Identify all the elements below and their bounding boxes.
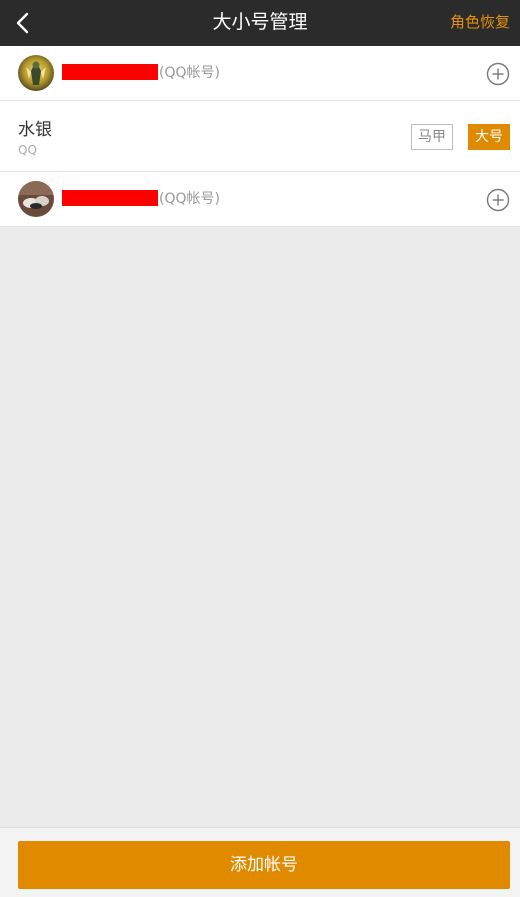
account-id: (QQ帐号) (62, 46, 220, 101)
account-list: (QQ帐号) 水银 QQ 马甲 大号 (QQ帐号) (0, 46, 520, 227)
account-id: (QQ帐号) (62, 172, 220, 227)
plus-circle-icon (486, 62, 510, 86)
redacted-account-number (62, 190, 158, 206)
footer-bar: 添加帐号 (0, 827, 520, 897)
main-account-tag[interactable]: 大号 (468, 124, 510, 150)
redacted-account-number (62, 64, 158, 80)
alt-account-tag[interactable]: 马甲 (411, 124, 453, 150)
role-recovery-button[interactable]: 角色恢复 (450, 0, 510, 44)
add-role-button[interactable] (486, 188, 510, 212)
account-row: (QQ帐号) (0, 46, 520, 101)
account-row: (QQ帐号) (0, 172, 520, 227)
role-platform: QQ (18, 143, 37, 157)
avatar (18, 55, 54, 91)
avatar (18, 181, 54, 217)
page-title: 大小号管理 (212, 11, 308, 33)
add-account-button[interactable]: 添加帐号 (18, 841, 510, 889)
account-type-label: (QQ帐号) (159, 191, 220, 207)
top-bar: 大小号管理 角色恢复 (0, 0, 520, 46)
plus-circle-icon (486, 188, 510, 212)
role-row[interactable]: 水银 QQ 马甲 大号 (0, 101, 520, 172)
add-role-button[interactable] (486, 62, 510, 86)
role-name: 水银 (18, 120, 52, 140)
account-type-label: (QQ帐号) (159, 65, 220, 81)
